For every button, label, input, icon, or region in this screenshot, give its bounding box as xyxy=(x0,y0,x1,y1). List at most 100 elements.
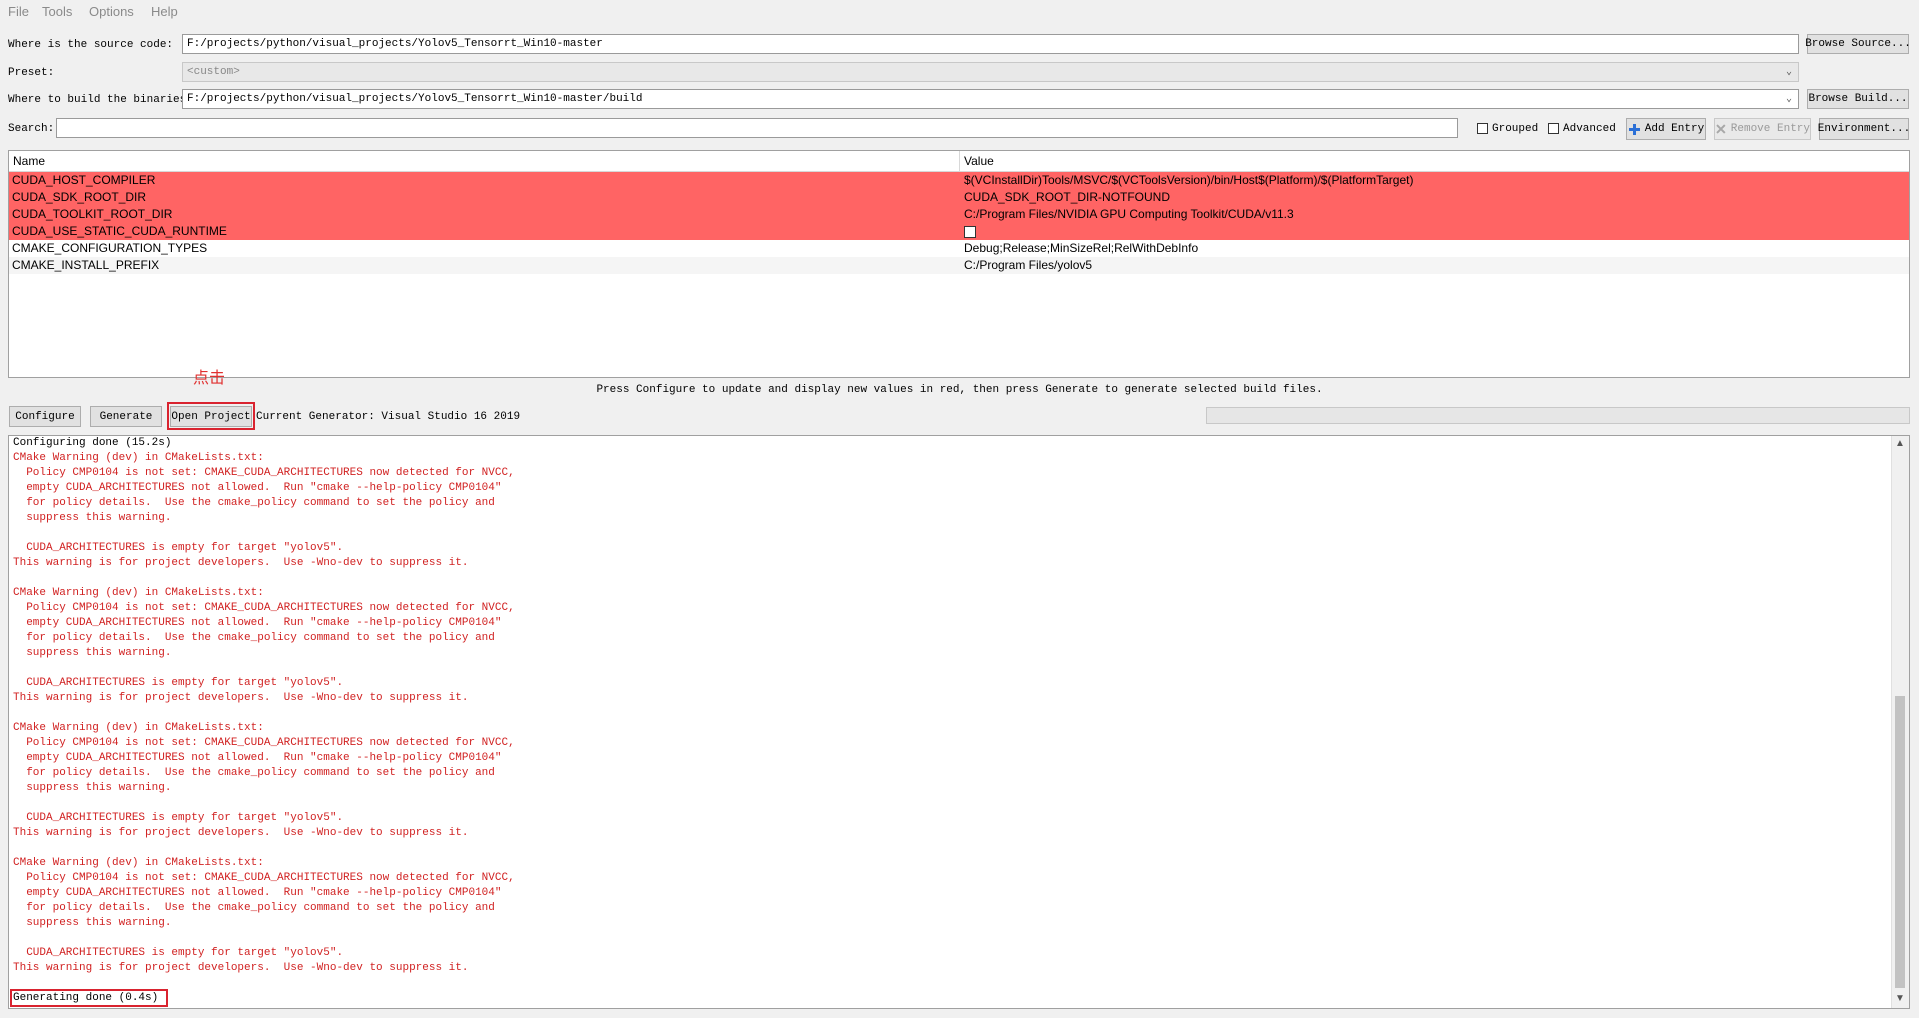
log-line: suppress this warning. xyxy=(13,647,172,659)
cache-table[interactable]: Name Value CUDA_HOST_COMPILER $(VCInstall… xyxy=(8,150,1910,378)
search-input[interactable] xyxy=(56,118,1458,138)
cell-name: CUDA_SDK_ROOT_DIR xyxy=(12,190,147,204)
log-line: for policy details. Use the cmake_policy… xyxy=(13,902,495,914)
preset-combo: <custom> ⌄ xyxy=(182,62,1799,82)
table-row[interactable]: CUDA_SDK_ROOT_DIR CUDA_SDK_ROOT_DIR-NOTFO… xyxy=(9,189,1909,206)
source-label: Where is the source code: xyxy=(8,39,174,51)
log-line: suppress this warning. xyxy=(13,782,172,794)
plus-icon xyxy=(1628,123,1640,135)
table-row[interactable]: CUDA_USE_STATIC_CUDA_RUNTIME xyxy=(9,223,1909,240)
scroll-down-icon[interactable]: ▼ xyxy=(1895,993,1905,1004)
log-line: Policy CMP0104 is not set: CMAKE_CUDA_AR… xyxy=(13,602,515,614)
table-row[interactable]: CUDA_HOST_COMPILER $(VCInstallDir)Tools/M… xyxy=(9,172,1909,189)
log-line: empty CUDA_ARCHITECTURES not allowed. Ru… xyxy=(13,887,502,899)
log-line: CUDA_ARCHITECTURES is empty for target "… xyxy=(13,947,344,959)
cell-name: CMAKE_INSTALL_PREFIX xyxy=(12,258,160,272)
add-entry-button[interactable]: Add Entry xyxy=(1626,118,1706,140)
output-log[interactable]: Configuring done (15.2s) CMake Warning (d… xyxy=(8,435,1910,1009)
log-line: CMake Warning (dev) in CMakeLists.txt: xyxy=(13,587,264,599)
cell-checkbox[interactable] xyxy=(964,226,976,238)
scroll-up-icon[interactable]: ▲ xyxy=(1895,438,1905,449)
log-line: This warning is for project developers. … xyxy=(13,557,469,569)
menu-options[interactable]: Options xyxy=(89,4,134,19)
remove-entry-label: Remove Entry xyxy=(1730,123,1810,135)
table-row[interactable]: CMAKE_INSTALL_PREFIX C:/Program Files/yol… xyxy=(9,257,1909,274)
log-line: CMake Warning (dev) in CMakeLists.txt: xyxy=(13,722,264,734)
log-line: empty CUDA_ARCHITECTURES not allowed. Ru… xyxy=(13,482,502,494)
advanced-checkbox[interactable] xyxy=(1548,123,1559,134)
cell-value: $(VCInstallDir)Tools/MSVC/$(VCToolsVersi… xyxy=(964,173,1414,187)
build-path-value: F:/projects/python/visual_projects/Yolov… xyxy=(187,93,643,105)
source-path-input[interactable]: F:/projects/python/visual_projects/Yolov… xyxy=(182,34,1799,54)
cell-value: Debug;Release;MinSizeRel;RelWithDebInfo xyxy=(964,241,1199,255)
log-line: empty CUDA_ARCHITECTURES not allowed. Ru… xyxy=(13,617,502,629)
column-header-value[interactable]: Value xyxy=(964,154,994,168)
scrollbar-thumb[interactable] xyxy=(1895,696,1905,988)
cell-value: C:/Program Files/yolov5 xyxy=(964,258,1093,272)
build-label: Where to build the binaries: xyxy=(8,94,193,106)
column-header-name[interactable]: Name xyxy=(13,154,45,168)
log-line: Policy CMP0104 is not set: CMAKE_CUDA_AR… xyxy=(13,737,515,749)
progress-bar xyxy=(1206,407,1910,424)
remove-icon xyxy=(1716,124,1726,134)
preset-value: <custom> xyxy=(187,66,240,78)
log-line: CMake Warning (dev) in CMakeLists.txt: xyxy=(13,857,264,869)
table-row[interactable]: CMAKE_CONFIGURATION_TYPES Debug;Release;M… xyxy=(9,240,1909,257)
preset-label: Preset: xyxy=(8,67,55,79)
log-line: Policy CMP0104 is not set: CMAKE_CUDA_AR… xyxy=(13,467,515,479)
generate-button[interactable]: Generate xyxy=(90,406,162,427)
table-header: Name Value xyxy=(9,151,1909,172)
menu-help[interactable]: Help xyxy=(151,4,178,19)
log-line: for policy details. Use the cmake_policy… xyxy=(13,632,495,644)
log-line: CMake Warning (dev) in CMakeLists.txt: xyxy=(13,452,264,464)
remove-entry-button[interactable]: Remove Entry xyxy=(1714,118,1811,140)
build-path-combo[interactable]: F:/projects/python/visual_projects/Yolov… xyxy=(182,89,1799,109)
browse-source-button[interactable]: Browse Source... xyxy=(1805,34,1911,54)
cell-value: C:/Program Files/NVIDIA GPU Computing To… xyxy=(964,207,1294,221)
configure-button[interactable]: Configure xyxy=(9,406,81,427)
log-line: CUDA_ARCHITECTURES is empty for target "… xyxy=(13,812,344,824)
column-divider[interactable] xyxy=(959,151,960,171)
log-line: suppress this warning. xyxy=(13,512,172,524)
log-line: Configuring done (15.2s) xyxy=(13,437,172,449)
generating-done-highlight xyxy=(10,989,168,1007)
cell-value: CUDA_SDK_ROOT_DIR-NOTFOUND xyxy=(964,190,1171,204)
grouped-label: Grouped xyxy=(1492,123,1539,135)
current-generator: Current Generator: Visual Studio 16 2019 xyxy=(256,411,521,423)
table-row[interactable]: CUDA_TOOLKIT_ROOT_DIR C:/Program Files/NV… xyxy=(9,206,1909,223)
log-line: CUDA_ARCHITECTURES is empty for target "… xyxy=(13,542,344,554)
cell-name: CMAKE_CONFIGURATION_TYPES xyxy=(12,241,208,255)
add-entry-label: Add Entry xyxy=(1644,123,1705,135)
grouped-checkbox[interactable] xyxy=(1477,123,1488,134)
cell-name: CUDA_HOST_COMPILER xyxy=(12,173,156,187)
log-line: for policy details. Use the cmake_policy… xyxy=(13,497,495,509)
cell-name: CUDA_USE_STATIC_CUDA_RUNTIME xyxy=(12,224,227,238)
log-lines: Configuring done (15.2s) CMake Warning (d… xyxy=(13,436,1883,1006)
cell-name: CUDA_TOOLKIT_ROOT_DIR xyxy=(12,207,173,221)
menu-bar: File Tools Options Help xyxy=(0,0,1919,24)
browse-build-button[interactable]: Browse Build... xyxy=(1807,89,1909,109)
advanced-label: Advanced xyxy=(1563,123,1616,135)
log-line: suppress this warning. xyxy=(13,917,172,929)
log-line: CUDA_ARCHITECTURES is empty for target "… xyxy=(13,677,344,689)
log-line: This warning is for project developers. … xyxy=(13,962,469,974)
log-line: Policy CMP0104 is not set: CMAKE_CUDA_AR… xyxy=(13,872,515,884)
chevron-down-icon[interactable]: ⌄ xyxy=(1786,93,1792,107)
log-line: This warning is for project developers. … xyxy=(13,827,469,839)
menu-tools[interactable]: Tools xyxy=(42,4,72,19)
log-line: This warning is for project developers. … xyxy=(13,692,469,704)
configure-hint: Press Configure to update and display ne… xyxy=(596,384,1323,396)
log-line: for policy details. Use the cmake_policy… xyxy=(13,767,495,779)
log-line: Generating done (0.4s) xyxy=(13,992,159,1004)
log-scrollbar[interactable]: ▲ ▼ xyxy=(1891,436,1909,1008)
menu-file[interactable]: File xyxy=(8,4,29,19)
environment-button[interactable]: Environment... xyxy=(1818,118,1910,140)
